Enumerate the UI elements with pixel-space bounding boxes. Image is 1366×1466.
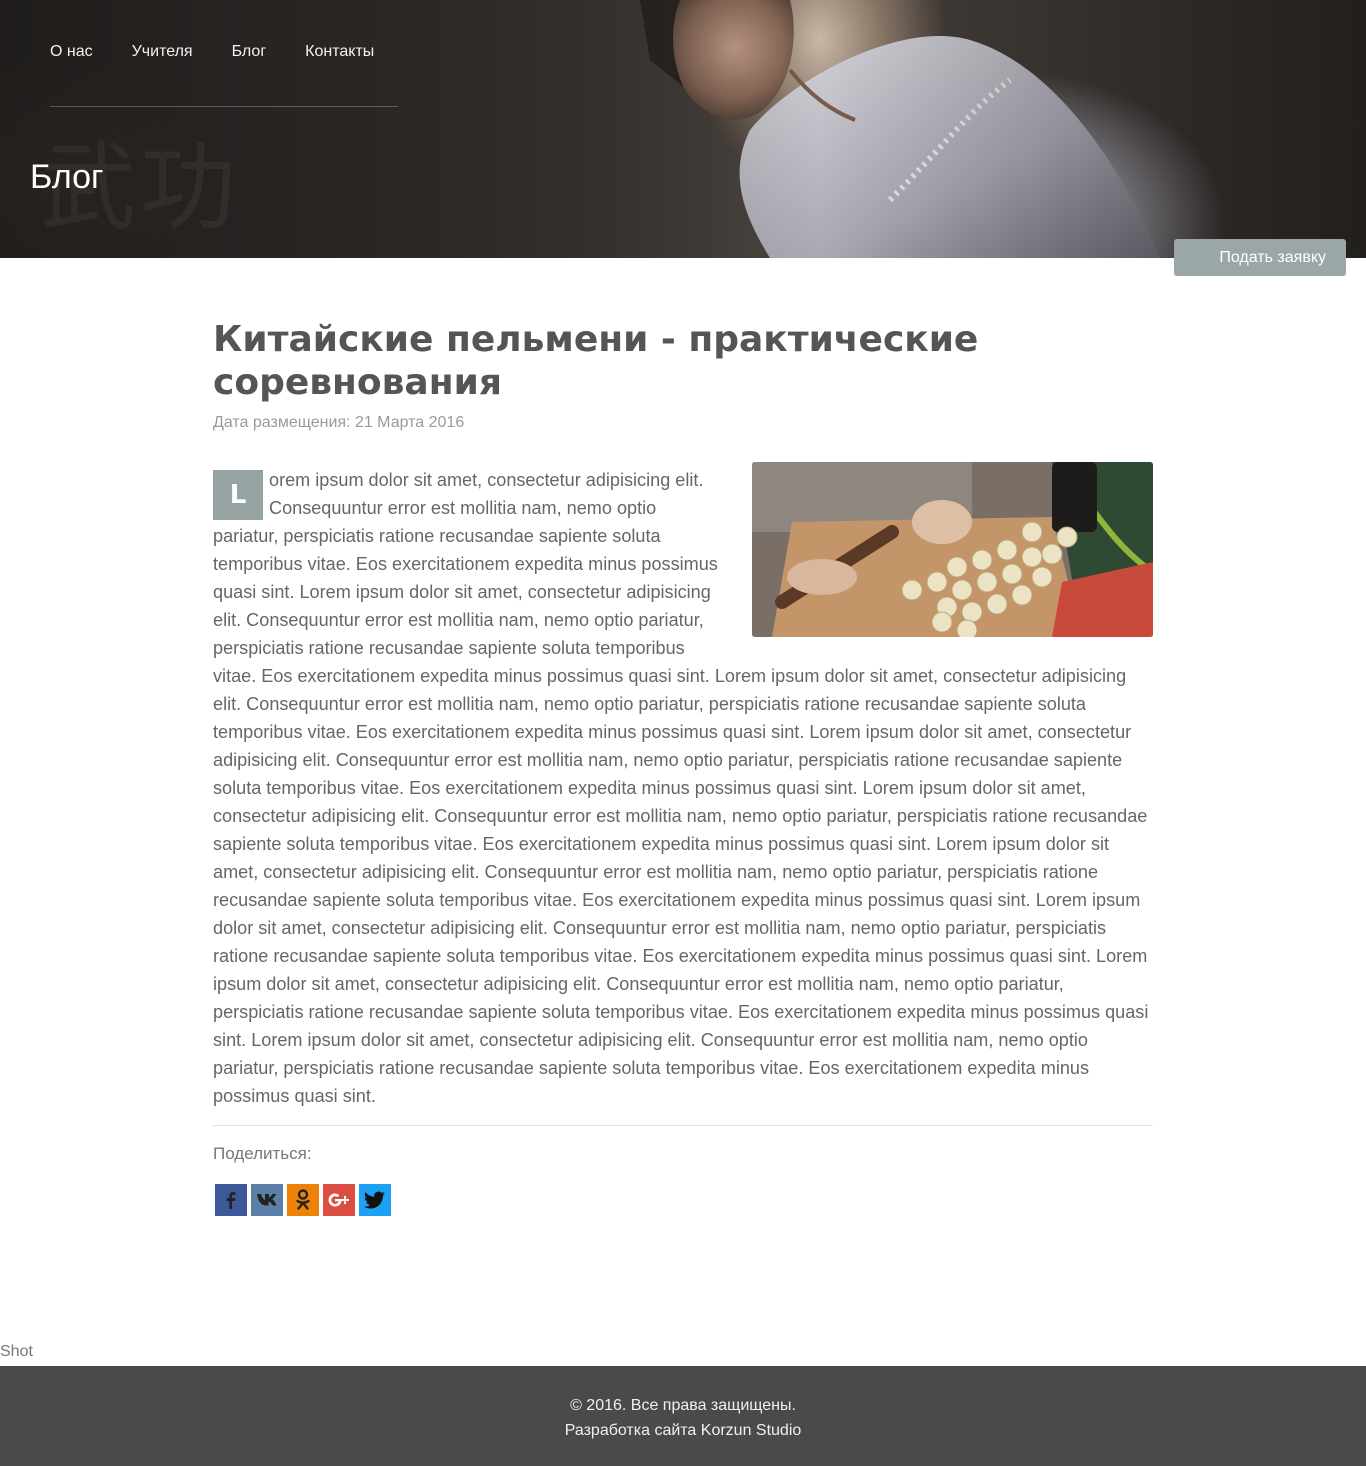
article: Китайские пельмени - практические соревн… — [213, 318, 1153, 1216]
odnoklassniki-share-button[interactable] — [287, 1184, 319, 1216]
footer: © 2016. Все права защищены. Разработка с… — [0, 1366, 1366, 1466]
vk-icon — [257, 1194, 277, 1206]
nav-divider — [50, 106, 398, 107]
post-date: Дата размещения: 21 Марта 2016 — [213, 414, 465, 431]
share-buttons — [213, 1184, 1153, 1216]
shot-label: Shot — [0, 1343, 33, 1360]
footer-credit: Разработка сайта Korzun Studio — [564, 1422, 802, 1439]
share-divider — [213, 1125, 1153, 1126]
article-title: Китайские пельмени - практические соревн… — [213, 319, 979, 403]
facebook-share-button[interactable] — [215, 1184, 247, 1216]
main-nav: О нас Учителя Блог Контакты — [50, 40, 413, 64]
nav-item-blog[interactable]: Блог — [232, 40, 267, 64]
vk-share-button[interactable] — [251, 1184, 283, 1216]
odnoklassniki-icon — [296, 1189, 310, 1210]
article-body: L orem ipsum dolor sit amet, consectetur… — [213, 462, 1153, 1110]
nav-item-teachers[interactable]: Учителя — [132, 40, 193, 64]
twitter-icon — [364, 1191, 385, 1209]
hero-banner: 武功 О нас Учителя Блог Контакты Блог — [0, 0, 1366, 258]
footer-copyright: © 2016. Все права защищены. — [570, 1397, 796, 1414]
facebook-icon — [226, 1192, 236, 1209]
share-label: Поделиться: — [213, 1144, 312, 1163]
nav-item-about[interactable]: О нас — [50, 40, 93, 64]
twitter-share-button[interactable] — [359, 1184, 391, 1216]
google-plus-icon — [328, 1193, 349, 1207]
submit-request-button[interactable]: Подать заявку — [1174, 239, 1346, 276]
nav-item-contacts[interactable]: Контакты — [305, 40, 374, 64]
google-plus-share-button[interactable] — [323, 1184, 355, 1216]
article-image — [752, 462, 1153, 637]
page-title: Блог — [30, 158, 104, 196]
dumplings-photo — [752, 462, 1153, 637]
drop-cap: L — [213, 470, 263, 520]
